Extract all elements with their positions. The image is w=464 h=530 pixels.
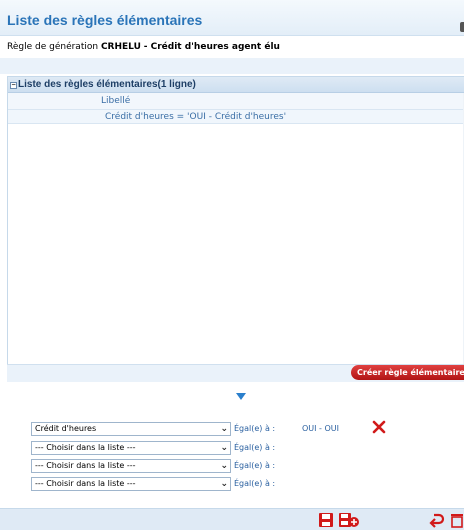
criteria-operator: Égal(e) à : [234, 461, 276, 470]
column-header-libelle[interactable]: Libellé [8, 93, 464, 109]
criteria-field-value: --- Choisir dans la liste --- [35, 479, 136, 488]
panel-header-label: Liste des règles élémentaires(1 ligne) [18, 79, 196, 90]
criteria-value: OUI - OUI [302, 424, 339, 433]
criteria-operator: Égal(e) à : [234, 443, 276, 452]
criteria-field-select[interactable]: --- Choisir dans la liste --- ⌄ [31, 459, 231, 473]
bottom-toolbar [0, 508, 464, 530]
scroll-handle-icon[interactable] [460, 22, 464, 32]
save-icon[interactable] [317, 511, 335, 529]
back-arrow-icon[interactable] [428, 511, 446, 529]
criteria-row: --- Choisir dans la liste --- ⌄ Égal(e) … [31, 441, 331, 455]
arrow-down-icon [236, 393, 246, 400]
criteria-operator: Égal(e) à : [234, 479, 276, 488]
table-row[interactable]: Crédit d'heures = 'OUI - Crédit d'heures… [8, 109, 464, 124]
criteria-field-select[interactable]: --- Choisir dans la liste --- ⌄ [31, 477, 231, 491]
criteria-row: --- Choisir dans la liste --- ⌄ Égal(e) … [31, 477, 331, 491]
criteria-field-select[interactable]: --- Choisir dans la liste --- ⌄ [31, 441, 231, 455]
criteria-field-select[interactable]: Crédit d'heures ⌄ [31, 422, 231, 436]
criteria-row: --- Choisir dans la liste --- ⌄ Égal(e) … [31, 459, 331, 473]
header-strip [0, 58, 464, 74]
save-new-icon[interactable] [338, 511, 360, 529]
criteria-field-value: --- Choisir dans la liste --- [35, 461, 136, 470]
create-rule-button[interactable]: Créer règle élémentaire [351, 365, 464, 380]
chevron-down-icon: ⌄ [220, 461, 228, 471]
collapse-icon[interactable]: − [10, 82, 17, 89]
criteria-operator: Égal(e) à : [234, 424, 276, 433]
rule-subtitle: Règle de génération CRHELU - Crédit d'he… [7, 42, 280, 52]
rules-list-panel: − Liste des règles élémentaires(1 ligne) … [7, 76, 464, 382]
rule-label: - Crédit d'heures agent élu [143, 42, 280, 52]
criteria-row: Crédit d'heures ⌄ Égal(e) à : OUI - OUI [31, 420, 391, 436]
row-libelle: Crédit d'heures = 'OUI - Crédit d'heures… [105, 112, 287, 122]
panel-header[interactable]: − Liste des règles élémentaires(1 ligne) [8, 77, 464, 93]
delete-x-icon[interactable] [372, 420, 386, 434]
page-title: Liste des règles élémentaires [7, 12, 203, 28]
chevron-down-icon: ⌄ [220, 479, 228, 489]
criteria-field-value: --- Choisir dans la liste --- [35, 443, 136, 452]
chevron-down-icon: ⌄ [220, 424, 228, 434]
title-bar: Liste des règles élémentaires [0, 0, 464, 36]
criteria-field-value: Crédit d'heures [35, 424, 97, 433]
subtitle-prefix: Règle de génération [7, 42, 99, 52]
chevron-down-icon: ⌄ [220, 443, 228, 453]
rule-code: CRHELU [100, 42, 141, 52]
trash-icon[interactable] [450, 511, 464, 529]
